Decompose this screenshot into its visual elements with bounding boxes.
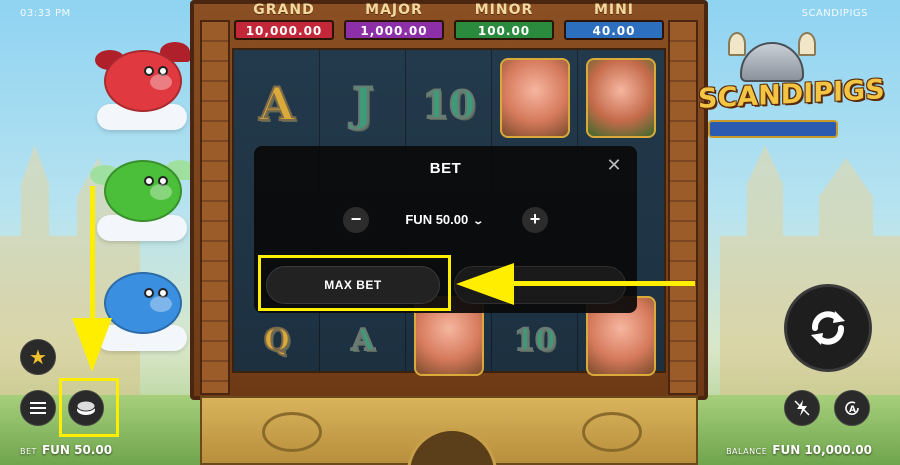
game-name: SCANDIPIGS: [801, 8, 868, 19]
favorite-button[interactable]: ★: [20, 339, 56, 375]
bet-amount-select[interactable]: FUN 50.00 ⌄: [394, 212, 494, 227]
jackpot-mini: MINI 40.00: [560, 0, 668, 40]
close-icon[interactable]: ✕: [605, 156, 623, 174]
balance-display: BALANCE FUN 10,000.00: [726, 443, 872, 457]
menu-button[interactable]: [20, 390, 56, 426]
spin-button[interactable]: [784, 284, 872, 372]
jackpot-major-name: MAJOR: [365, 2, 423, 18]
hamburger-menu-icon: [30, 402, 46, 414]
logo-ribbon: [708, 120, 838, 138]
chevron-down-icon: ⌄: [472, 216, 485, 227]
symbol-10: 10: [422, 81, 477, 128]
increase-bet-button[interactable]: +: [522, 207, 548, 233]
annotation-arrow-down-head: [72, 318, 112, 372]
bet-label: BET: [20, 447, 37, 456]
game-logo: SCANDIPIGS: [698, 74, 885, 115]
cabinet-pillar-right: [668, 20, 698, 395]
celtic-knot-right: [582, 412, 642, 452]
annotation-arrow-left-head: [456, 263, 514, 305]
balance-label: BALANCE: [726, 447, 768, 456]
autoplay-button[interactable]: A: [834, 390, 870, 426]
star-icon: ★: [29, 346, 47, 369]
bet-amount-value: FUN 50.00: [405, 212, 469, 227]
symbol-j: J: [351, 76, 375, 132]
plus-icon: +: [529, 209, 541, 229]
annotation-arrow-left: [510, 281, 695, 286]
cabinet-pillar-left: [200, 20, 230, 395]
bet-display: BET FUN 50.00: [20, 443, 112, 457]
jackpot-bar: GRAND 10,000.00 MAJOR 1,000.00 MINOR 100…: [230, 0, 668, 44]
lightning-off-icon: [794, 400, 810, 416]
jackpot-major: MAJOR 1,000.00: [340, 0, 448, 40]
jackpot-grand-value: 10,000.00: [234, 20, 334, 40]
jackpot-minor-name: MINOR: [474, 2, 534, 18]
jackpot-mini-name: MINI: [593, 2, 635, 18]
svg-text:A: A: [849, 405, 856, 415]
highlight-max-bet: [258, 255, 451, 311]
jackpot-minor-value: 100.00: [454, 20, 554, 40]
clock: 03:33 PM: [20, 8, 71, 19]
bet-value: FUN 50.00: [41, 443, 113, 457]
autoplay-icon: A: [845, 401, 859, 415]
balance-value: FUN 10,000.00: [772, 443, 872, 457]
jackpot-mini-value: 40.00: [564, 20, 664, 40]
spin-arrows-icon: [811, 311, 845, 345]
celtic-knot-left: [262, 412, 322, 452]
turbo-button[interactable]: [784, 390, 820, 426]
bet-modal-title: BET: [429, 160, 462, 177]
viking-helmet-logo-icon: [728, 32, 816, 82]
jackpot-grand: GRAND 10,000.00: [230, 0, 338, 40]
minus-icon: −: [350, 209, 362, 229]
viking-pig-symbol: [586, 58, 656, 138]
decrease-bet-button[interactable]: −: [343, 207, 369, 233]
viking-girl-pig-symbol: [500, 58, 570, 138]
highlight-bet-button: [59, 378, 119, 437]
jackpot-major-value: 1,000.00: [344, 20, 444, 40]
base-archway: [407, 428, 497, 465]
symbol-a: A: [258, 76, 296, 132]
annotation-arrow-down: [90, 186, 95, 321]
cabinet-base: [200, 396, 698, 465]
jackpot-grand-name: GRAND: [253, 2, 315, 18]
jackpot-minor: MINOR 100.00: [450, 0, 558, 40]
